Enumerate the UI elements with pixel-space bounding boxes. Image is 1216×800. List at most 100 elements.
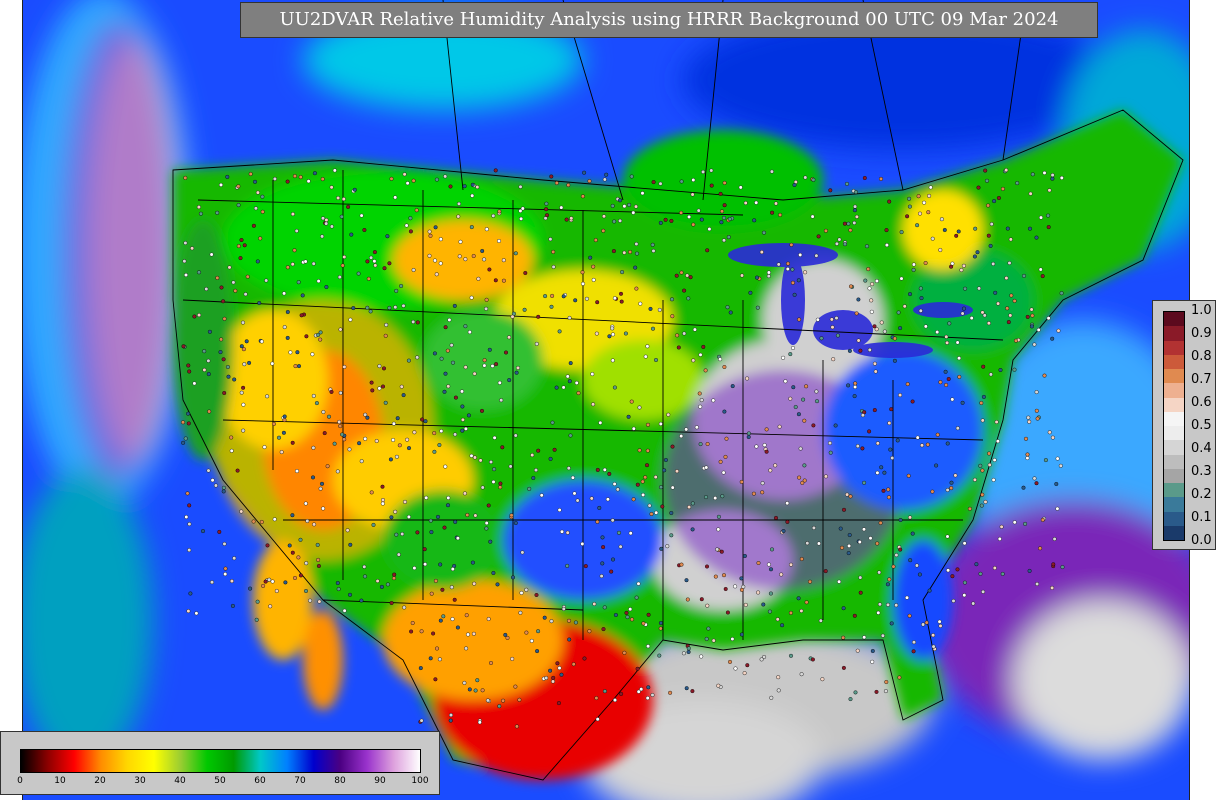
station-marker bbox=[949, 264, 954, 269]
station-marker bbox=[534, 341, 539, 346]
station-marker bbox=[412, 430, 417, 435]
station-marker bbox=[611, 557, 616, 562]
station-marker bbox=[375, 579, 380, 584]
station-marker bbox=[658, 421, 663, 426]
station-marker bbox=[602, 467, 607, 472]
station-marker bbox=[264, 278, 269, 283]
station-marker bbox=[874, 327, 879, 332]
station-marker bbox=[492, 467, 497, 472]
station-marker bbox=[372, 259, 377, 264]
station-marker bbox=[756, 590, 761, 595]
station-marker bbox=[363, 574, 368, 579]
station-marker bbox=[1040, 517, 1045, 522]
station-marker bbox=[387, 261, 392, 266]
station-marker bbox=[938, 247, 943, 252]
station-marker bbox=[321, 506, 326, 511]
station-marker bbox=[870, 282, 875, 287]
station-marker bbox=[887, 421, 892, 426]
station-marker bbox=[703, 368, 708, 373]
station-marker bbox=[725, 305, 730, 310]
station-marker bbox=[452, 303, 457, 308]
station-marker bbox=[853, 190, 858, 195]
station-marker bbox=[460, 404, 465, 409]
station-marker bbox=[335, 581, 340, 586]
station-marker bbox=[536, 314, 541, 319]
humidity-map[interactable] bbox=[22, 0, 1190, 800]
station-marker bbox=[1051, 562, 1056, 567]
station-marker bbox=[198, 211, 203, 216]
station-marker bbox=[372, 250, 377, 255]
station-marker bbox=[365, 415, 370, 420]
station-marker bbox=[423, 562, 428, 567]
station-marker bbox=[186, 609, 191, 614]
station-marker bbox=[617, 530, 622, 535]
station-marker bbox=[202, 349, 207, 354]
station-marker bbox=[1047, 430, 1052, 435]
station-marker bbox=[698, 352, 703, 357]
station-marker bbox=[561, 606, 566, 611]
station-marker bbox=[776, 262, 781, 267]
station-marker bbox=[290, 550, 295, 555]
station-marker bbox=[803, 270, 808, 275]
station-marker bbox=[659, 546, 664, 551]
station-marker bbox=[1058, 463, 1063, 468]
obs-colorbar-segment bbox=[1164, 312, 1184, 327]
station-marker bbox=[623, 331, 628, 336]
station-marker bbox=[591, 277, 596, 282]
station-marker bbox=[394, 454, 399, 459]
station-marker bbox=[611, 332, 616, 337]
station-marker bbox=[945, 488, 950, 493]
station-marker bbox=[679, 434, 684, 439]
station-marker bbox=[348, 542, 353, 547]
station-marker bbox=[225, 174, 230, 179]
station-marker bbox=[882, 329, 887, 334]
rh-tick-label: 30 bbox=[134, 776, 146, 786]
station-marker bbox=[245, 274, 250, 279]
station-marker bbox=[1008, 237, 1013, 242]
station-marker bbox=[646, 422, 651, 427]
station-marker bbox=[937, 619, 942, 624]
station-marker bbox=[721, 470, 726, 475]
station-marker bbox=[365, 305, 370, 310]
station-marker bbox=[357, 441, 362, 446]
station-marker bbox=[769, 169, 774, 174]
station-marker bbox=[846, 383, 851, 388]
station-marker bbox=[329, 185, 334, 190]
station-marker bbox=[996, 195, 1001, 200]
station-marker bbox=[405, 437, 410, 442]
station-marker bbox=[645, 448, 650, 453]
station-marker bbox=[610, 358, 615, 363]
station-marker bbox=[262, 445, 267, 450]
station-marker bbox=[480, 408, 485, 413]
station-marker bbox=[587, 629, 592, 634]
station-marker bbox=[1029, 324, 1034, 329]
station-marker bbox=[696, 208, 701, 213]
station-marker bbox=[377, 364, 382, 369]
station-marker bbox=[455, 625, 460, 630]
station-marker bbox=[811, 525, 816, 530]
station-marker bbox=[720, 494, 725, 499]
station-marker bbox=[858, 590, 863, 595]
station-marker bbox=[855, 648, 860, 653]
station-marker bbox=[852, 394, 857, 399]
station-marker bbox=[434, 272, 439, 277]
station-marker bbox=[687, 214, 692, 219]
station-marker bbox=[548, 668, 553, 673]
station-marker bbox=[1027, 419, 1032, 424]
station-marker bbox=[253, 206, 258, 211]
station-marker bbox=[312, 522, 317, 527]
station-marker bbox=[755, 275, 760, 280]
station-marker bbox=[628, 531, 633, 536]
station-marker bbox=[619, 691, 624, 696]
station-marker bbox=[701, 344, 706, 349]
station-marker bbox=[658, 621, 663, 626]
station-marker bbox=[935, 330, 940, 335]
station-marker bbox=[1038, 267, 1043, 272]
station-marker bbox=[740, 273, 745, 278]
station-marker bbox=[1004, 276, 1009, 281]
station-marker bbox=[517, 697, 522, 702]
station-marker bbox=[462, 184, 467, 189]
station-marker bbox=[235, 468, 240, 473]
station-marker bbox=[646, 644, 651, 649]
station-marker bbox=[651, 180, 656, 185]
